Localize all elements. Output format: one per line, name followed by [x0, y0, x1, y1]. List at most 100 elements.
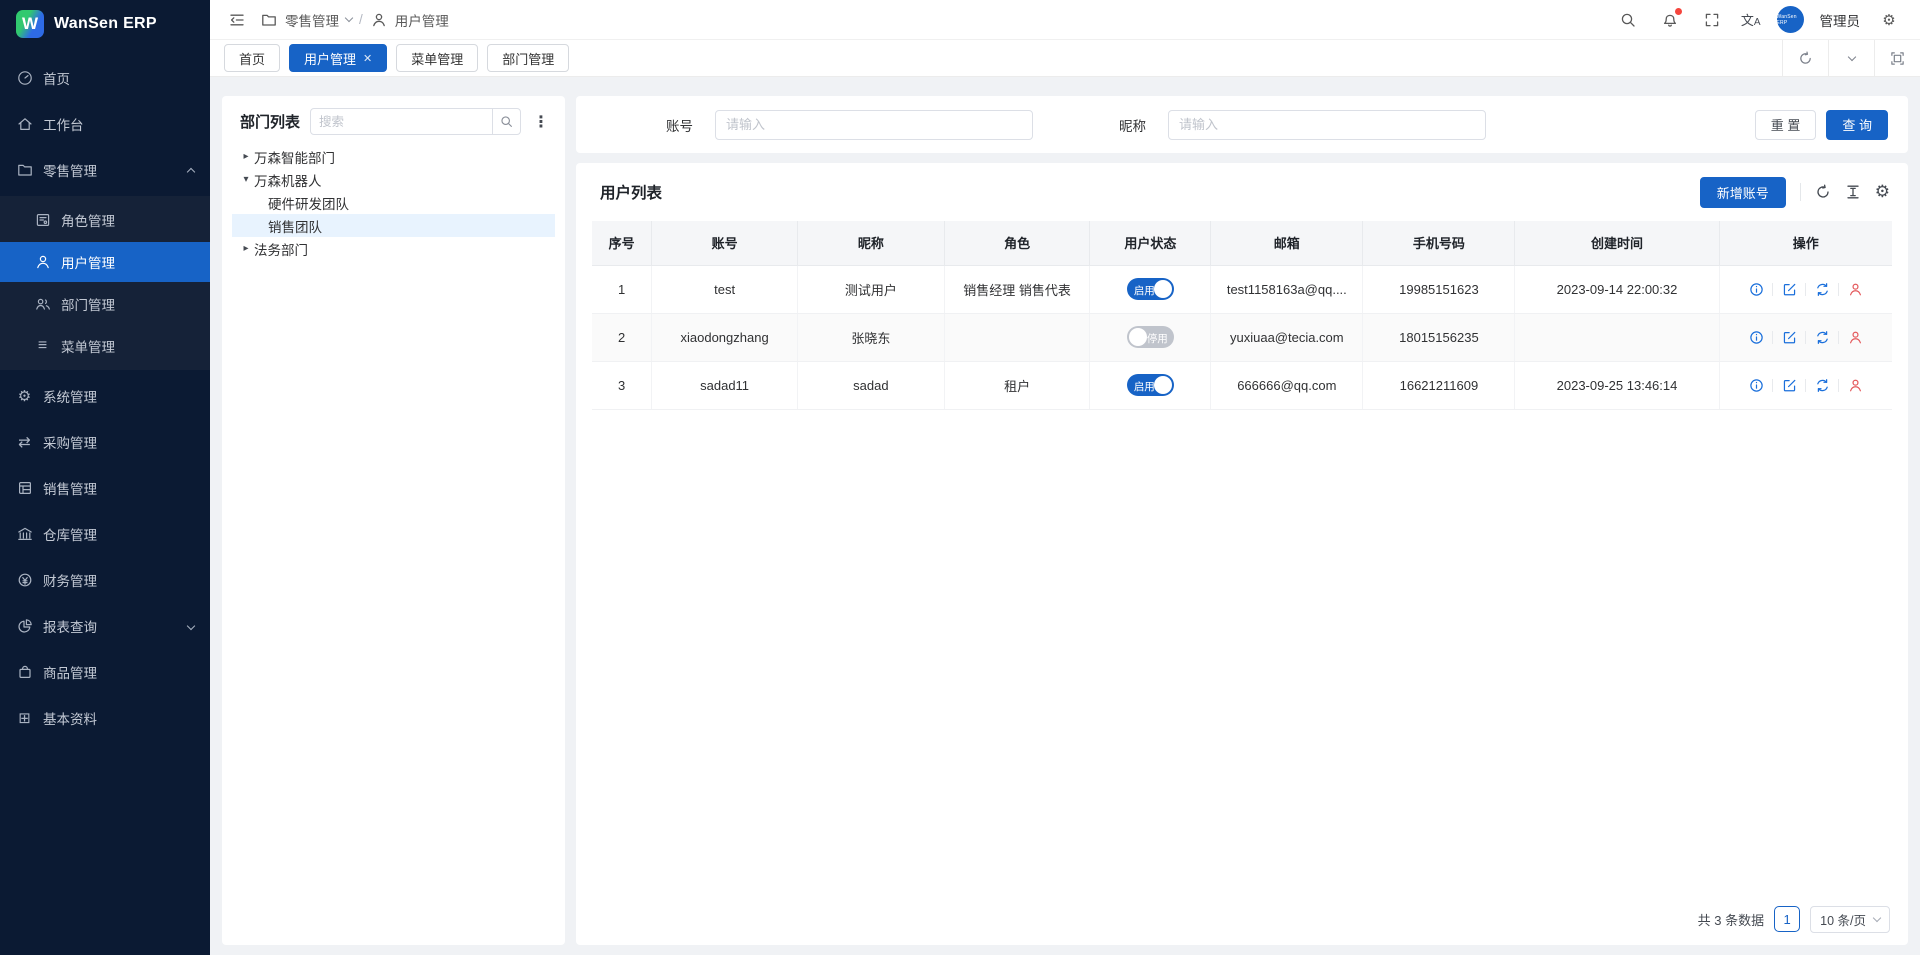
- column-settings-gear-icon[interactable]: [1875, 182, 1890, 202]
- tab-options-chevron-icon[interactable]: [1828, 40, 1874, 76]
- status-toggle[interactable]: 启用: [1127, 374, 1174, 396]
- sidebar-item-label: 销售管理: [43, 478, 97, 498]
- breadcrumb-parent[interactable]: 零售管理: [285, 10, 339, 30]
- expand-arrow-icon[interactable]: [238, 151, 254, 162]
- sidebar-item-basic-data[interactable]: 基本资料: [0, 698, 210, 738]
- tree-item-hardware-team[interactable]: 硬件研发团队: [232, 191, 555, 214]
- sidebar-item-finance[interactable]: 财务管理: [0, 560, 210, 600]
- status-toggle-label: 启用: [1134, 379, 1155, 394]
- table-title: 用户列表: [600, 181, 662, 203]
- cell-created: 2023-09-25 13:46:14: [1515, 361, 1719, 409]
- remove-user-icon[interactable]: [1846, 280, 1864, 298]
- sidebar-item-menus[interactable]: 菜单管理: [0, 326, 210, 366]
- tab-user-management[interactable]: 用户管理 ✕: [289, 44, 387, 72]
- add-account-button[interactable]: 新增账号: [1700, 177, 1786, 208]
- divider: [1772, 331, 1773, 344]
- tab-department-management[interactable]: 部门管理: [487, 44, 569, 72]
- department-search: [310, 108, 521, 135]
- tree-item-label: 销售团队: [268, 216, 322, 236]
- page-size-value: 10 条/页: [1820, 910, 1866, 929]
- notification-bell-icon[interactable]: [1657, 7, 1683, 33]
- page-number-button[interactable]: 1: [1774, 906, 1800, 932]
- department-panel-header: 部门列表: [232, 108, 555, 145]
- tab-home[interactable]: 首页: [224, 44, 280, 72]
- tab-menu-management[interactable]: 菜单管理: [396, 44, 478, 72]
- breadcrumb: 零售管理 / 用户管理: [260, 7, 449, 33]
- account-input[interactable]: [715, 110, 1033, 140]
- sidebar-item-system[interactable]: 系统管理: [0, 376, 210, 416]
- sidebar-item-goods[interactable]: 商品管理: [0, 652, 210, 692]
- cell-nickname: 张晓东: [797, 313, 944, 361]
- sidebar-item-home[interactable]: 首页: [0, 58, 210, 98]
- user-name[interactable]: 管理员: [1820, 10, 1861, 30]
- reset-password-icon[interactable]: [1813, 328, 1831, 346]
- search-button[interactable]: 查 询: [1826, 110, 1888, 140]
- sidebar-item-purchase[interactable]: 采购管理: [0, 422, 210, 462]
- nickname-input[interactable]: [1168, 110, 1486, 140]
- workbench-icon: [16, 116, 33, 133]
- translate-icon[interactable]: 文A: [1741, 10, 1761, 29]
- tree-item-legal-dept[interactable]: 法务部门: [232, 237, 555, 260]
- tree-item-wansen-smart[interactable]: 万森智能部门: [232, 145, 555, 168]
- sidebar-item-departments[interactable]: 部门管理: [0, 284, 210, 324]
- reset-password-icon[interactable]: [1813, 376, 1831, 394]
- maximize-content-icon[interactable]: [1874, 40, 1920, 76]
- reset-button[interactable]: 重 置: [1755, 110, 1817, 140]
- warehouse-icon: [16, 526, 33, 543]
- edit-icon[interactable]: [1780, 280, 1798, 298]
- refresh-table-icon[interactable]: [1815, 184, 1831, 200]
- sidebar-item-warehouse[interactable]: 仓库管理: [0, 514, 210, 554]
- column-header: 角色: [944, 221, 1090, 265]
- remove-user-icon[interactable]: [1846, 328, 1864, 346]
- collapse-sidebar-icon[interactable]: [224, 7, 250, 33]
- sidebar-item-reports[interactable]: 报表查询: [0, 606, 210, 646]
- tree-item-sales-team[interactable]: 销售团队: [232, 214, 555, 237]
- expand-arrow-icon[interactable]: [238, 243, 254, 254]
- report-icon: [16, 618, 33, 635]
- fullscreen-icon[interactable]: [1699, 7, 1725, 33]
- remove-user-icon[interactable]: [1846, 376, 1864, 394]
- column-header: 序号: [592, 221, 652, 265]
- page-size-select[interactable]: 10 条/页: [1810, 906, 1890, 933]
- tree-item-wansen-robot[interactable]: 万森机器人: [232, 168, 555, 191]
- sidebar-item-users[interactable]: 用户管理: [0, 242, 210, 282]
- sidebar-item-label: 菜单管理: [61, 336, 115, 356]
- toggle-knob: [1154, 280, 1172, 298]
- tab-label: 部门管理: [502, 49, 554, 68]
- edit-icon[interactable]: [1780, 328, 1798, 346]
- status-toggle[interactable]: 停用: [1127, 326, 1174, 348]
- row-height-icon[interactable]: [1845, 184, 1861, 200]
- cell-status: 启用: [1090, 265, 1211, 313]
- sidebar-item-workbench[interactable]: 工作台: [0, 104, 210, 144]
- close-tab-icon[interactable]: ✕: [363, 52, 372, 65]
- cell-phone: 18015156235: [1363, 313, 1515, 361]
- avatar[interactable]: WanSen ERP: [1777, 6, 1804, 33]
- sidebar-item-label: 首页: [43, 68, 70, 88]
- info-icon[interactable]: [1747, 376, 1765, 394]
- search-icon[interactable]: [1615, 7, 1641, 33]
- tree-item-label: 法务部门: [254, 239, 308, 259]
- column-header: 昵称: [797, 221, 944, 265]
- department-search-input[interactable]: [311, 115, 492, 129]
- edit-icon[interactable]: [1780, 376, 1798, 394]
- status-toggle[interactable]: 启用: [1127, 278, 1174, 300]
- sidebar-item-label: 采购管理: [43, 432, 97, 452]
- refresh-tab-icon[interactable]: [1782, 40, 1828, 76]
- more-options-icon[interactable]: [531, 112, 551, 132]
- collapse-arrow-icon[interactable]: [238, 174, 254, 185]
- info-icon[interactable]: [1747, 280, 1765, 298]
- divider: [1805, 283, 1806, 296]
- reset-password-icon[interactable]: [1813, 280, 1831, 298]
- sidebar-item-sales[interactable]: 销售管理: [0, 468, 210, 508]
- chevron-down-icon: [1873, 913, 1881, 921]
- department-icon: [34, 296, 51, 313]
- cell-status: 启用: [1090, 361, 1211, 409]
- sidebar-item-roles[interactable]: 角色管理: [0, 200, 210, 240]
- tree-item-label: 万森机器人: [254, 170, 322, 190]
- info-icon[interactable]: [1747, 328, 1765, 346]
- settings-gear-icon[interactable]: [1876, 7, 1902, 33]
- folder-icon: [16, 162, 33, 179]
- cell-created: [1515, 313, 1719, 361]
- search-icon[interactable]: [492, 109, 520, 134]
- sidebar-item-retail[interactable]: 零售管理: [0, 150, 210, 190]
